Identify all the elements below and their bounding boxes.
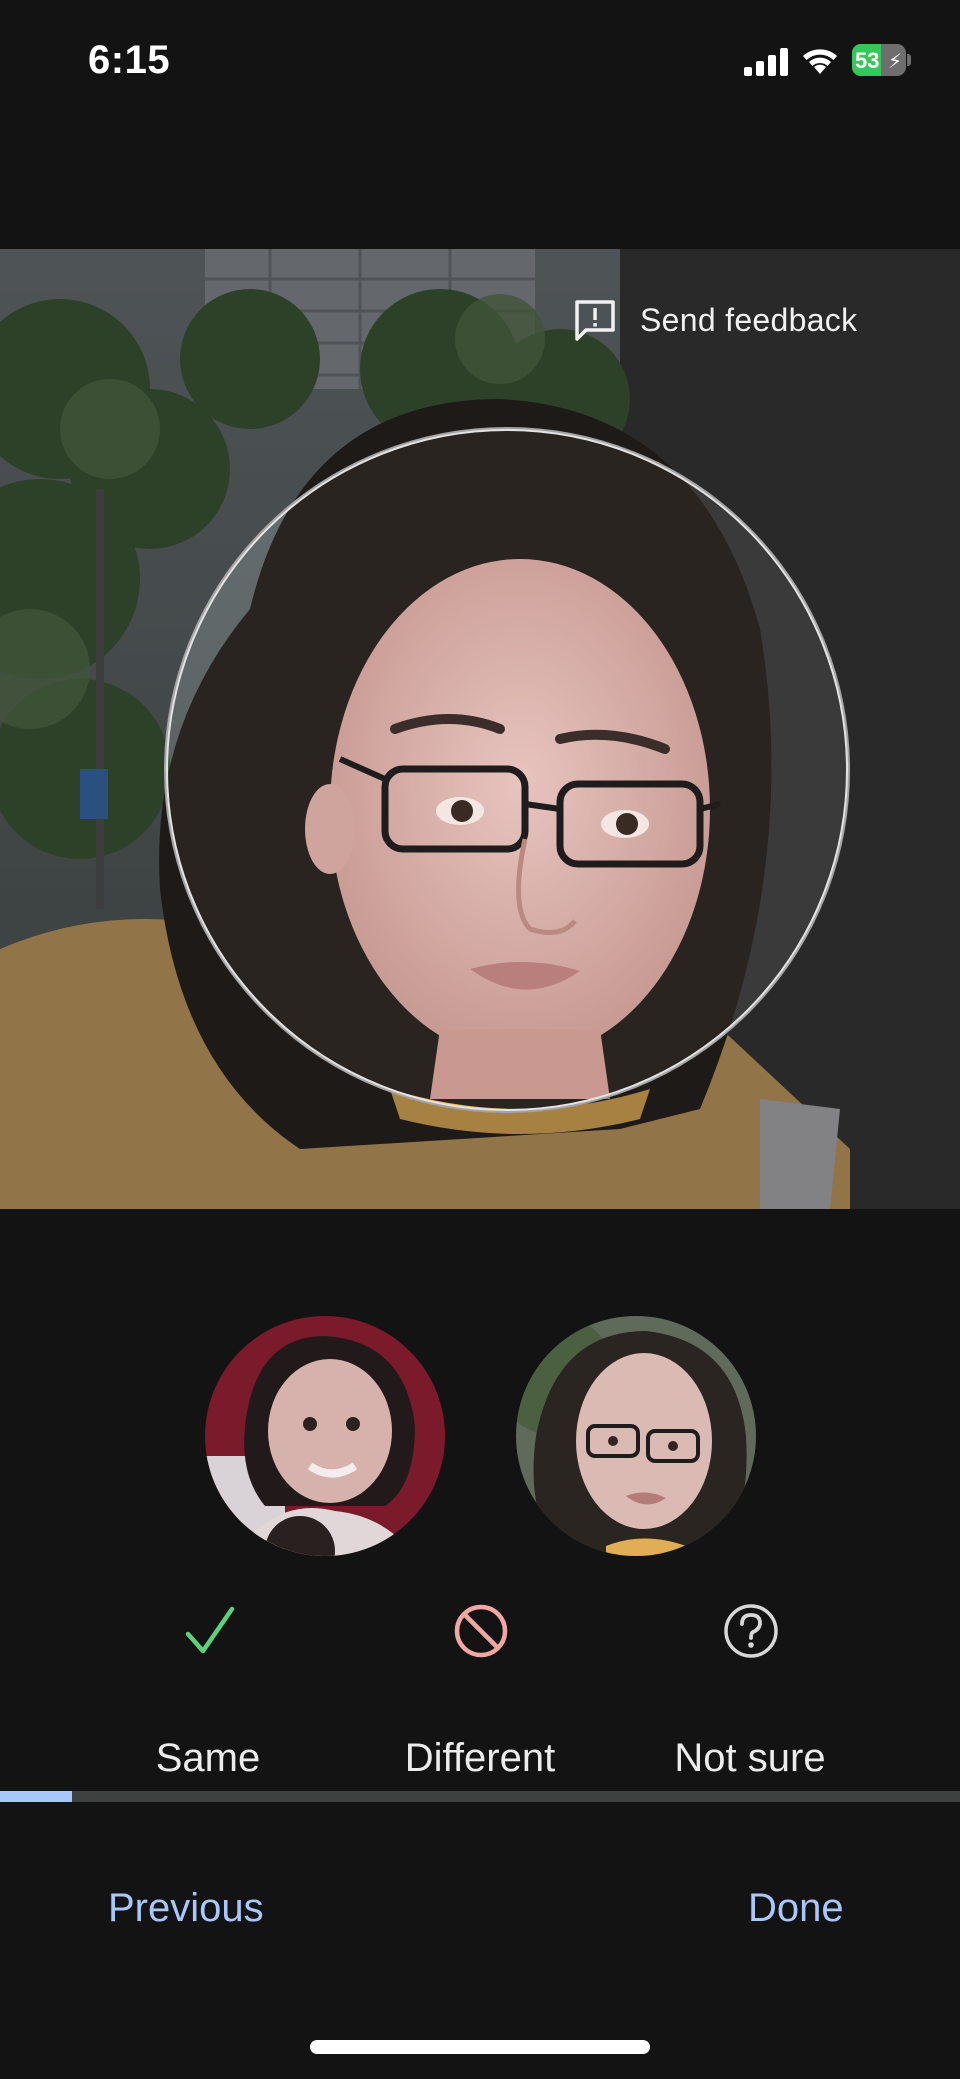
block-icon[interactable] [451,1601,511,1661]
check-icon[interactable] [180,1601,240,1661]
face-thumbnail-right [516,1316,756,1556]
home-indicator [310,2040,650,2054]
cellular-signal-icon [744,48,788,76]
help-circle-icon[interactable] [721,1601,781,1661]
progress-fill [0,1791,72,1802]
wifi-icon [803,49,837,74]
charging-bolt-icon: ⚡ [888,51,903,73]
battery-charging-icon: 53 ⚡ [852,44,912,76]
not-sure-button[interactable]: Not sure [620,1736,880,1781]
battery-level: 53 [855,48,880,73]
progress-bar [0,1791,960,1802]
done-button[interactable]: Done [748,1886,844,1931]
face-photo-illustration [0,249,960,1209]
feedback-icon [575,300,615,341]
send-feedback-label: Send feedback [640,301,858,338]
face-photo [0,249,960,1209]
send-feedback-button[interactable]: Send feedback [572,296,857,344]
different-button[interactable]: Different [350,1736,610,1781]
previous-button[interactable]: Previous [108,1886,264,1931]
same-button[interactable]: Same [78,1736,338,1781]
status-time: 6:15 [88,38,171,82]
status-bar: 6:15 53 ⚡ [0,0,960,120]
face-thumbnail-left [205,1316,445,1556]
